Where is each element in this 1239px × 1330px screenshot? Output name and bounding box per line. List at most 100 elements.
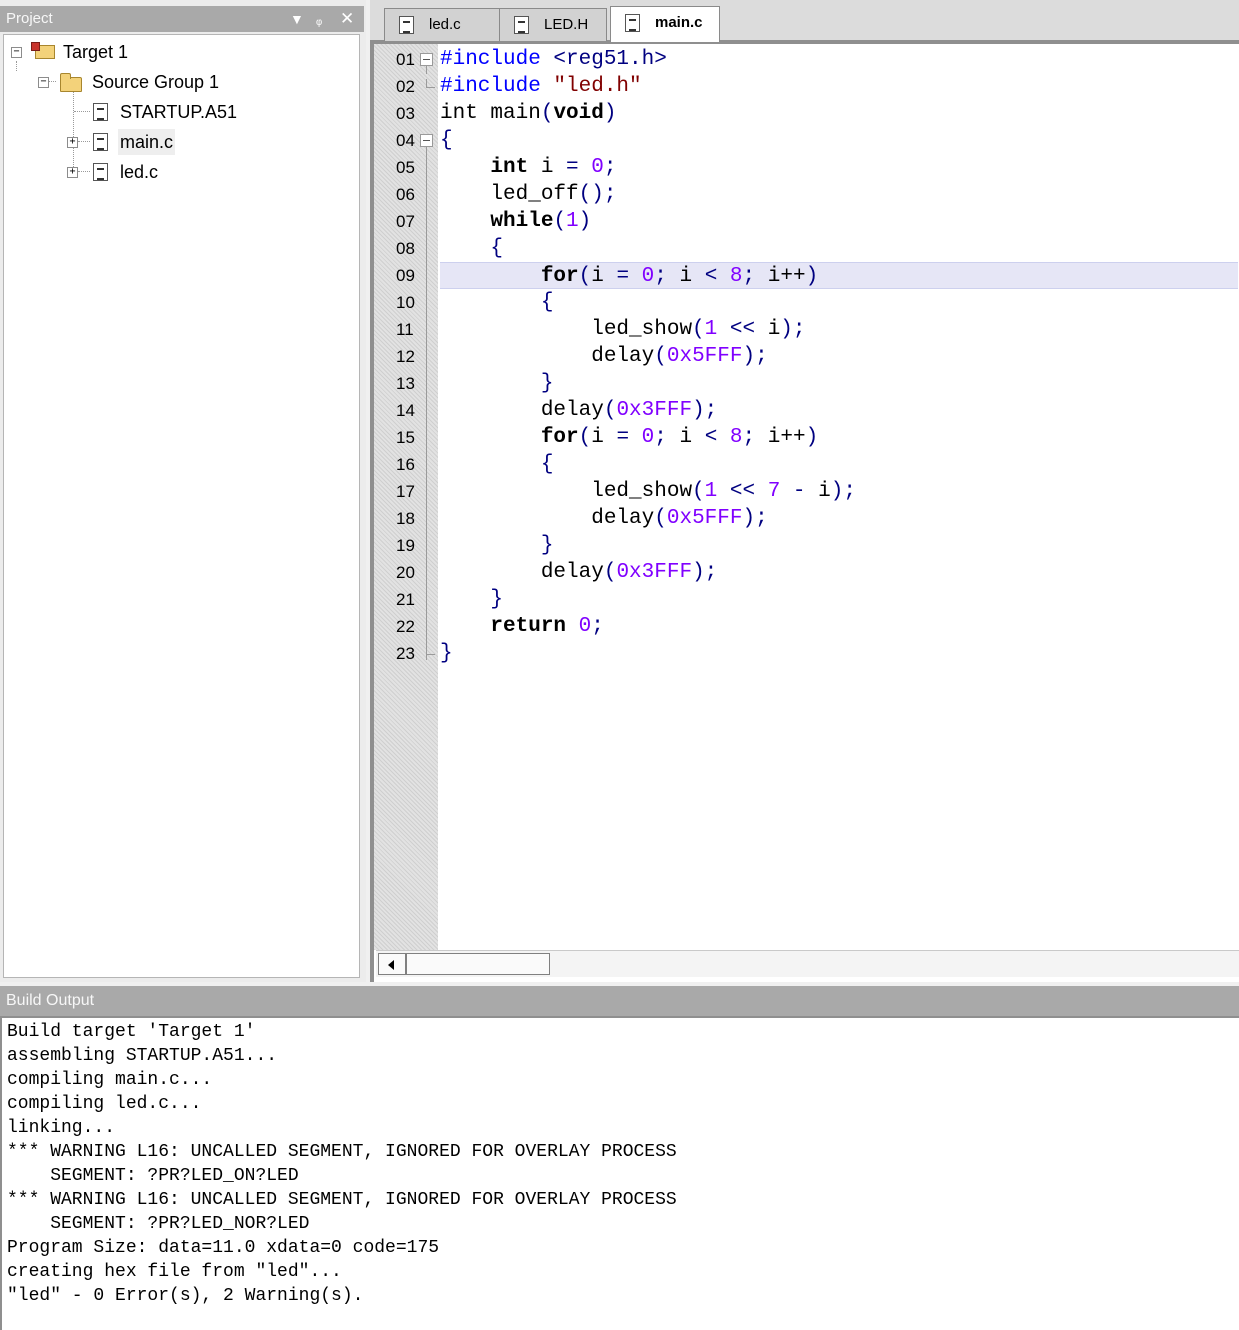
code-token: ); — [780, 318, 806, 341]
build-output-panel[interactable]: Build target 'Target 1' assembling STARTU… — [0, 1016, 1239, 1330]
code-token: 1 — [704, 318, 718, 341]
build-output-line: creating hex file from "led"... — [7, 1262, 342, 1282]
code-token: 8 — [717, 426, 743, 449]
build-output-line: Build target 'Target 1' — [7, 1022, 256, 1042]
code-token: int — [490, 156, 529, 179]
code-line[interactable]: } — [440, 640, 1238, 667]
code-token: i++ — [755, 426, 806, 449]
build-output-line: "led" - 0 Error(s), 2 Warning(s). — [7, 1286, 364, 1306]
tree-item-file[interactable]: + led.c — [4, 159, 304, 185]
code-token: ); — [830, 480, 856, 503]
code-token: main — [477, 102, 541, 125]
code-line[interactable]: return 0; — [440, 613, 1238, 640]
code-line[interactable]: { — [440, 127, 1238, 154]
code-token: while — [490, 210, 554, 233]
code-line[interactable]: for(i = 0; i < 8; i++) — [440, 424, 1238, 451]
tree-item-label: Target 1 — [63, 42, 129, 62]
tab-main-c[interactable]: main.c — [610, 6, 720, 42]
line-number: 22 — [396, 617, 415, 636]
code-line[interactable]: } — [440, 586, 1238, 613]
code-token: < — [704, 265, 718, 288]
code-line[interactable]: { — [440, 451, 1238, 478]
tree-item-target[interactable]: − Target 1 — [4, 39, 304, 65]
code-token: delay — [440, 507, 655, 530]
collapse-icon[interactable]: − — [11, 47, 22, 58]
tree-item-file[interactable]: STARTUP.A51 — [4, 99, 304, 125]
code-line[interactable]: } — [440, 370, 1238, 397]
line-number-gutter: 01 02 03 04 05 06 07 08 09 10 11 12 13 14 15 16 17 18 19 20… — [374, 44, 438, 950]
tab-label: main.c — [655, 14, 703, 31]
code-line[interactable]: for(i = 0; i < 8; i++) — [440, 262, 1238, 289]
scrollbar-thumb[interactable] — [406, 953, 550, 975]
fold-toggle-icon[interactable] — [420, 53, 433, 66]
code-line[interactable]: led_off(); — [440, 181, 1238, 208]
code-token: delay — [440, 561, 604, 584]
code-token: ); — [742, 507, 768, 530]
code-token: ( — [692, 480, 705, 503]
expand-icon[interactable]: + — [67, 137, 78, 148]
code-line[interactable]: delay(0x5FFF); — [440, 505, 1238, 532]
tree-item-file[interactable]: + main.c — [4, 129, 304, 155]
dropdown-icon[interactable]: ▼ — [290, 6, 304, 32]
code-line[interactable]: { — [440, 235, 1238, 262]
expand-icon[interactable]: + — [67, 167, 78, 178]
collapse-icon[interactable]: − — [38, 77, 49, 88]
line-number: 08 — [396, 239, 415, 258]
code-line[interactable]: { — [440, 289, 1238, 316]
code-token: { — [540, 291, 554, 314]
code-token: < — [704, 426, 718, 449]
file-icon — [93, 103, 108, 121]
code-token: ; — [742, 426, 756, 449]
code-token: ) — [805, 265, 819, 288]
line-number: 09 — [396, 266, 415, 285]
code-line[interactable]: #include <reg51.h> — [440, 46, 1238, 73]
fold-toggle-icon[interactable] — [420, 134, 433, 147]
code-token: i — [818, 480, 831, 503]
code-token: << — [717, 318, 768, 341]
code-token: ( — [553, 210, 567, 233]
code-token: int — [440, 102, 478, 125]
line-number: 18 — [396, 509, 415, 528]
code-token: } — [540, 372, 554, 395]
file-icon — [514, 16, 529, 34]
line-number: 01 — [396, 50, 415, 69]
pin-icon[interactable]: ᵩ — [316, 6, 322, 32]
code-token: delay — [440, 399, 604, 422]
code-line[interactable]: led_show(1 << i); — [440, 316, 1238, 343]
code-line[interactable]: delay(0x5FFF); — [440, 343, 1238, 370]
tab-led-c[interactable]: led.c — [384, 8, 502, 41]
code-line[interactable]: } — [440, 532, 1238, 559]
code-token: <reg51.h> — [553, 48, 667, 71]
code-token: i — [767, 318, 781, 341]
tree-item-source-group[interactable]: − Source Group 1 — [4, 69, 304, 95]
line-number: 04 — [396, 131, 415, 150]
code-line[interactable]: while(1) — [440, 208, 1238, 235]
tab-led-h[interactable]: LED.H — [499, 8, 607, 41]
code-line[interactable]: #include "led.h" — [440, 73, 1238, 100]
code-token: 0x5FFF — [666, 507, 743, 530]
scroll-left-arrow-icon[interactable] — [378, 953, 406, 975]
code-line[interactable]: delay(0x3FFF); — [440, 559, 1238, 586]
code-editor[interactable]: 01 02 03 04 05 06 07 08 09 10 11 12 13 14 15 16 17 18 19 20… — [370, 42, 1239, 982]
line-number: 15 — [396, 428, 415, 447]
line-number: 23 — [396, 644, 415, 663]
code-token: ( — [578, 426, 592, 449]
code-token: << — [717, 480, 768, 503]
code-token: ) — [805, 426, 819, 449]
code-token: 0 — [566, 615, 592, 638]
code-token: - — [780, 480, 819, 503]
code-token: ) — [578, 210, 592, 233]
project-tree: − Target 1 − Source Group 1 STARTUP.A51 … — [3, 34, 360, 978]
code-line[interactable]: int i = 0; — [440, 154, 1238, 181]
code-line[interactable]: led_show(1 << 7 - i); — [440, 478, 1238, 505]
horizontal-scrollbar[interactable] — [376, 950, 1239, 977]
code-token: 8 — [717, 265, 743, 288]
code-line[interactable]: delay(0x3FFF); — [440, 397, 1238, 424]
code-line[interactable]: int main(void) — [440, 100, 1238, 127]
close-icon[interactable]: ✕ — [340, 6, 354, 32]
